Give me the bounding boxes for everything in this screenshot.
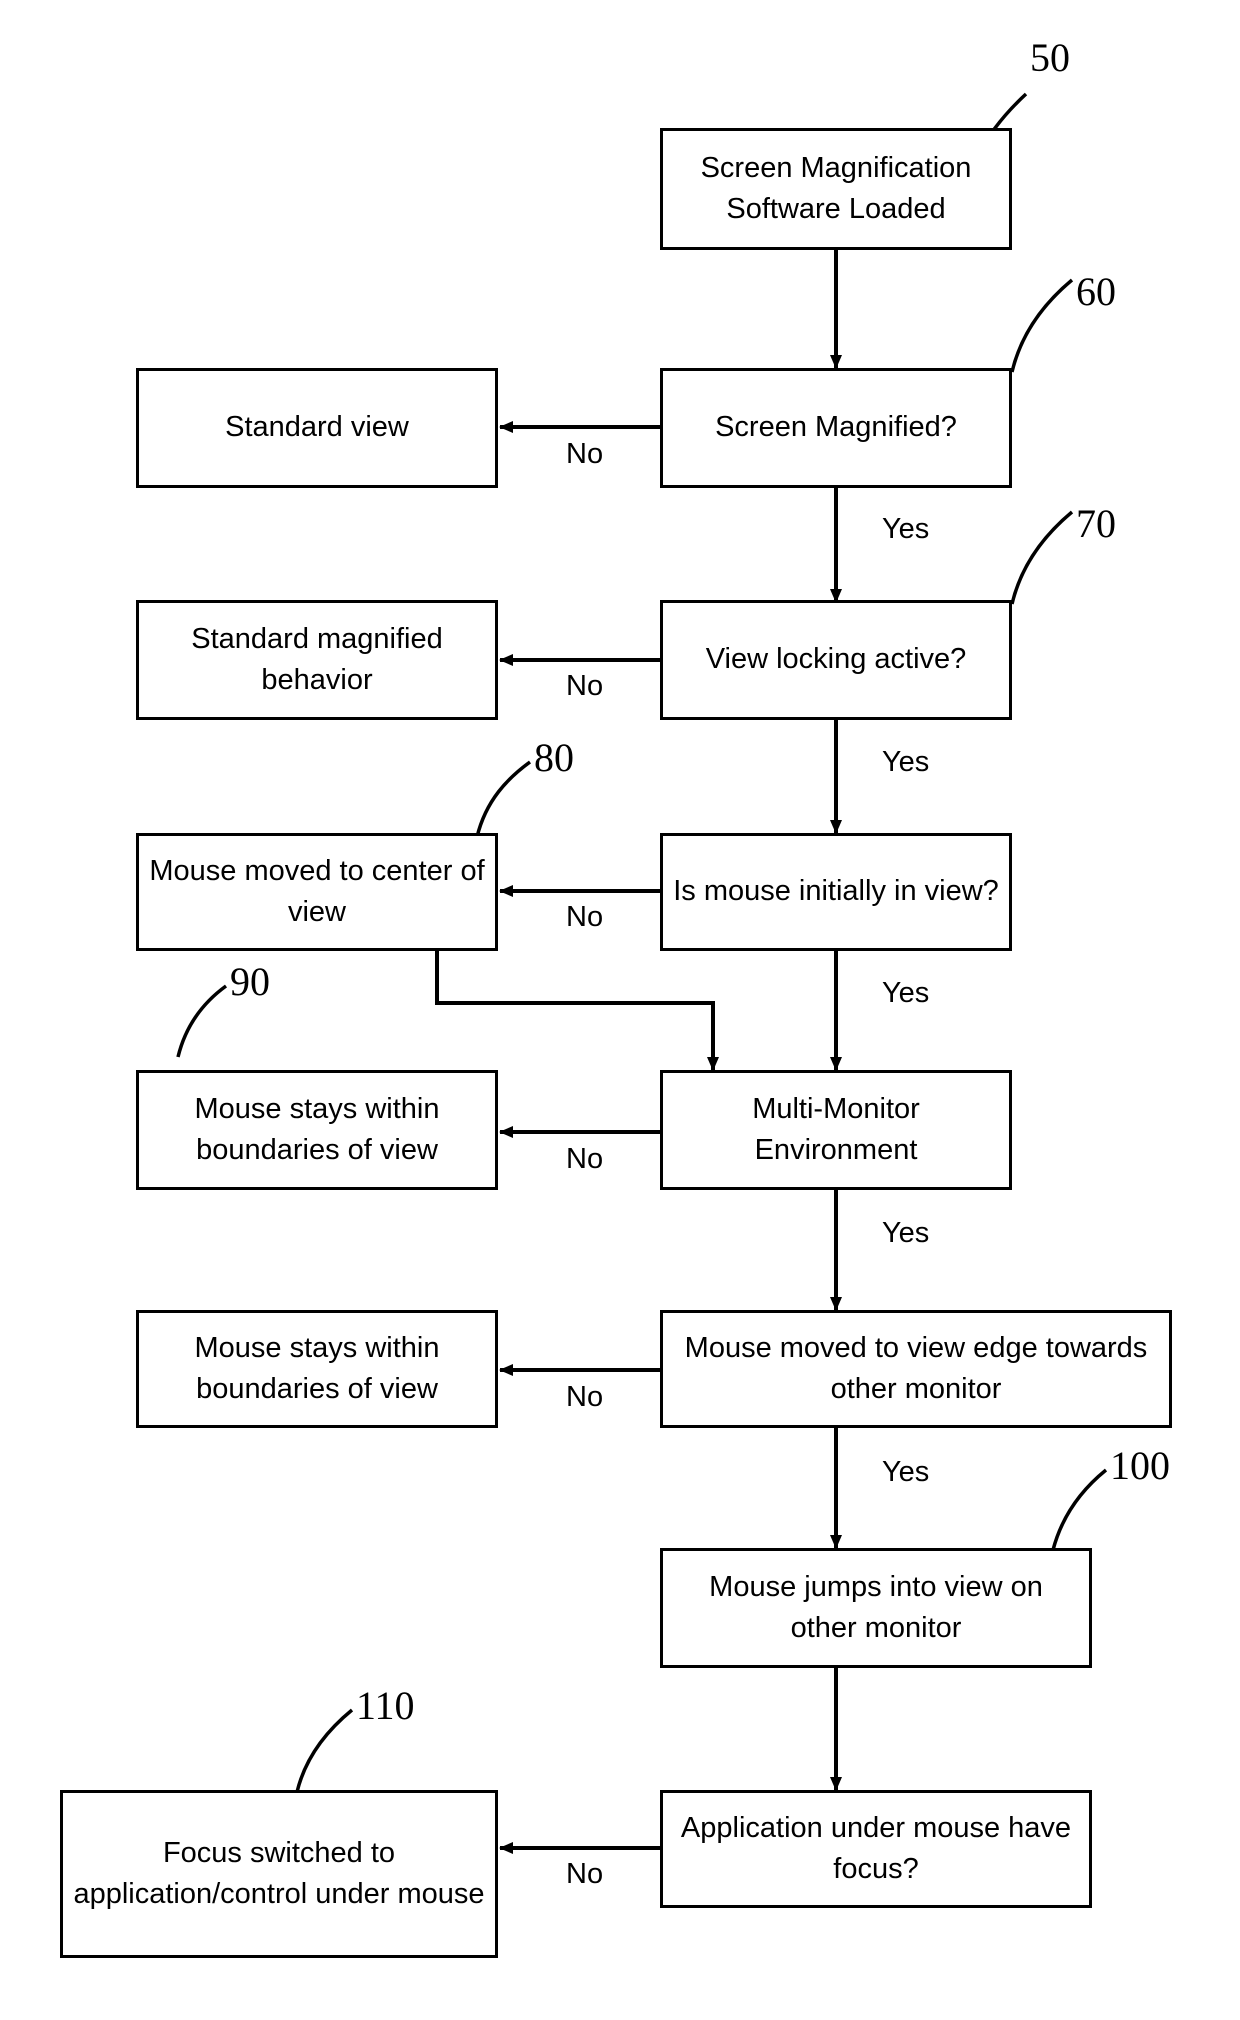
node-label: Standard magnified behavior: [191, 622, 443, 696]
node-label: Mouse stays within boundaries of view: [194, 1331, 440, 1405]
reference-numeral-110: 110: [356, 1683, 415, 1728]
node-standard-view[interactable]: Standard view: [136, 368, 498, 488]
edge-label-yes-3: Yes: [882, 977, 930, 1009]
edge-label-no-6: No: [566, 1858, 604, 1890]
edge-label-yes-2: Yes: [882, 746, 930, 778]
node-label: Mouse moved to center of view: [149, 854, 485, 928]
edge-label-yes-4: Yes: [882, 1217, 930, 1249]
reference-numeral-100: 100: [1110, 1443, 1170, 1488]
reference-numeral-80: 80: [534, 735, 574, 780]
connector-lines: [176, 92, 1108, 1854]
node-is-mouse-initially-in-view-question[interactable]: Is mouse initially in view?: [660, 833, 1012, 951]
node-view-locking-active-question[interactable]: View locking active?: [660, 600, 1012, 720]
node-screen-magnification-software-loaded[interactable]: Screen Magnification Software Loaded: [660, 128, 1012, 250]
edge-label-no-1: No: [566, 438, 604, 470]
edge-label-no-5: No: [566, 1381, 604, 1413]
edge-label-yes-5: Yes: [882, 1456, 930, 1488]
node-screen-magnified-question[interactable]: Screen Magnified?: [660, 368, 1012, 488]
flowchart-canvas: Screen Magnification Software Loaded Scr…: [0, 0, 1240, 2020]
node-label: Is mouse initially in view?: [673, 875, 999, 908]
edge-label-no-4: No: [566, 1143, 604, 1175]
reference-numeral-90: 90: [230, 959, 270, 1004]
edge-label-no-3: No: [566, 901, 604, 933]
edge-label-yes-1: Yes: [882, 513, 930, 545]
node-focus-switched-to-application[interactable]: Focus switched to application/control un…: [60, 1790, 498, 1958]
node-label: Screen Magnified?: [715, 411, 957, 444]
node-label: Multi-Monitor Environment: [752, 1092, 920, 1166]
node-standard-magnified-behavior[interactable]: Standard magnified behavior: [136, 600, 498, 720]
node-label: Focus switched to application/control un…: [73, 1836, 485, 1910]
node-label: View locking active?: [705, 643, 967, 676]
node-label: Screen Magnification Software Loaded: [700, 151, 972, 225]
reference-numeral-60: 60: [1076, 269, 1116, 314]
edge-label-no-2: No: [566, 670, 604, 702]
node-label: Mouse stays within boundaries of view: [194, 1092, 440, 1166]
node-mouse-stays-within-boundaries-2[interactable]: Mouse stays within boundaries of view: [136, 1310, 498, 1428]
node-label: Mouse jumps into view on other monitor: [709, 1570, 1043, 1644]
reference-numeral-70: 70: [1076, 501, 1116, 546]
node-label: Mouse moved to view edge towards other m…: [684, 1331, 1148, 1405]
node-mouse-moved-to-center-of-view[interactable]: Mouse moved to center of view: [136, 833, 498, 951]
node-mouse-stays-within-boundaries-1[interactable]: Mouse stays within boundaries of view: [136, 1070, 498, 1190]
node-application-under-mouse-have-focus-question[interactable]: Application under mouse have focus?: [660, 1790, 1092, 1908]
node-label: Standard view: [225, 411, 409, 444]
node-label: Application under mouse have focus?: [680, 1811, 1072, 1885]
node-multi-monitor-environment[interactable]: Multi-Monitor Environment: [660, 1070, 1012, 1190]
reference-numeral-50: 50: [1030, 35, 1070, 80]
node-mouse-jumps-into-view-other-monitor[interactable]: Mouse jumps into view on other monitor: [660, 1548, 1092, 1668]
node-mouse-moved-to-view-edge[interactable]: Mouse moved to view edge towards other m…: [660, 1310, 1172, 1428]
